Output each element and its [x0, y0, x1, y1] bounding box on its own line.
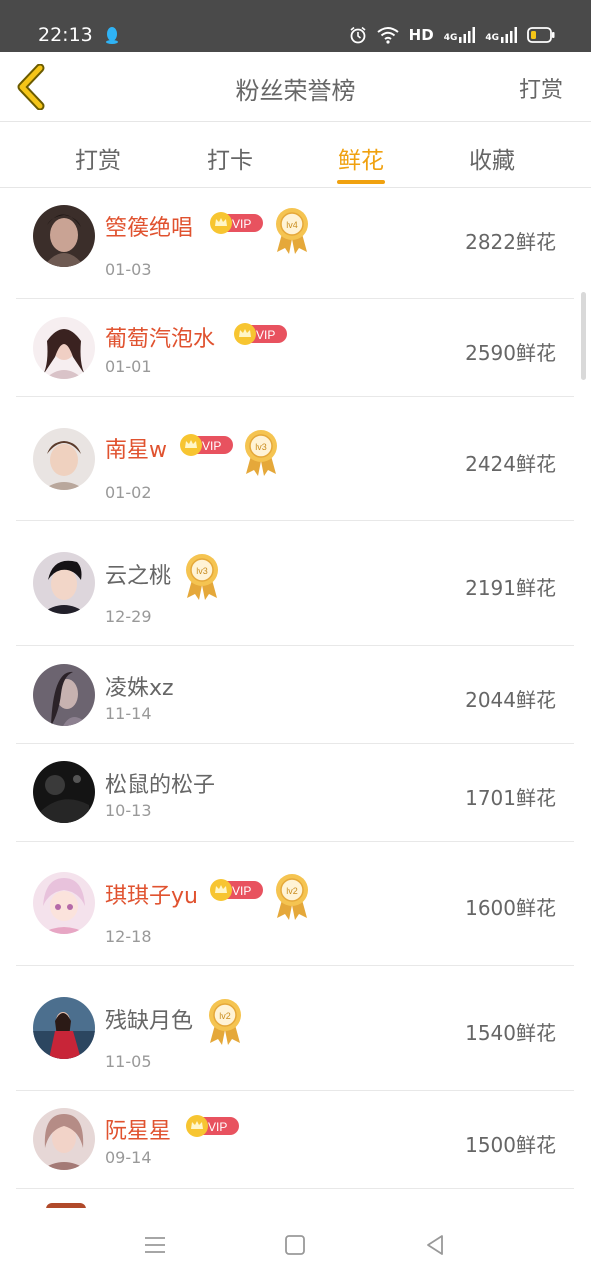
page-title: 粉丝荣誉榜 — [235, 77, 356, 105]
signal-icon: 4G — [444, 27, 476, 43]
level-medal-icon: lv2 — [209, 999, 241, 1045]
user-name: 葡萄汽泡水 — [105, 327, 216, 352]
user-name: 南星w — [105, 438, 167, 463]
flower-count: 2822鲜花 — [465, 230, 556, 254]
vip-badge-text: VIP — [232, 217, 251, 231]
level-medal-icon: lv3 — [186, 554, 218, 600]
avatar — [33, 761, 95, 823]
level-text: lv4 — [286, 220, 298, 230]
wifi-icon — [377, 27, 399, 44]
tab-active-indicator — [337, 180, 385, 184]
list-item[interactable]: 琪琪子yu 12-18 VIP lv2 1600鲜花 — [16, 842, 574, 966]
hd-label: HD — [408, 26, 434, 44]
tab-reward[interactable]: 打赏 — [58, 141, 138, 175]
flower-count: 1500鲜花 — [465, 1133, 556, 1157]
back-triangle-icon[interactable] — [422, 1232, 448, 1258]
vip-badge: VIP — [210, 212, 263, 234]
user-name: 凌姝xz — [105, 676, 174, 701]
level-text: lv2 — [286, 886, 298, 896]
tab-flowers[interactable]: 鲜花 — [321, 141, 401, 175]
flower-count: 2424鲜花 — [465, 452, 556, 476]
reward-button[interactable]: 打赏 — [519, 72, 563, 104]
user-name: 云之桃 — [105, 564, 172, 589]
entry-date: 12-18 — [105, 927, 152, 946]
flower-count: 2191鲜花 — [465, 576, 556, 600]
flower-count: 1540鲜花 — [465, 1021, 556, 1045]
avatar — [33, 317, 95, 379]
system-nav-bar — [0, 1208, 591, 1280]
level-medal-icon: lv2 — [276, 874, 308, 920]
signal-icon-2: 4G — [485, 27, 517, 43]
list-item[interactable]: 葡萄汽泡水 01-01 VIP 2590鲜花 — [16, 299, 574, 397]
menu-icon[interactable] — [142, 1232, 168, 1258]
vip-badge: VIP — [186, 1115, 239, 1137]
list-item[interactable]: 凌姝xz 11-14 2044鲜花 — [16, 646, 574, 744]
avatar — [33, 872, 95, 934]
tab-favorites[interactable]: 收藏 — [452, 141, 532, 175]
alarm-icon — [350, 26, 366, 44]
status-bar: 22:13 HD 4G 4G — [0, 0, 591, 52]
user-name: 松鼠的松子 — [105, 773, 216, 798]
entry-date: 12-29 — [105, 607, 152, 626]
entry-date: 01-03 — [105, 260, 152, 279]
list-item[interactable]: 阮星星 09-14 VIP 1500鲜花 — [16, 1091, 574, 1189]
vip-badge: VIP — [210, 879, 263, 901]
network-label: 4G — [443, 33, 458, 43]
status-icons: HD 4G 4G — [349, 26, 555, 44]
qq-icon — [106, 27, 118, 44]
flower-count: 2590鲜花 — [465, 341, 556, 365]
avatar — [33, 205, 95, 267]
vip-badge-text: VIP — [208, 1120, 227, 1134]
status-time: 22:13 — [38, 24, 93, 46]
entry-date: 01-02 — [105, 483, 152, 502]
level-text: lv3 — [255, 442, 267, 452]
flower-count: 2044鲜花 — [465, 688, 556, 712]
list-item[interactable]: 松鼠的松子 10-13 1701鲜花 — [16, 744, 574, 842]
avatar — [33, 428, 95, 490]
user-name: 箜篌绝唱 — [105, 216, 194, 241]
entry-date: 11-05 — [105, 1052, 152, 1071]
network-label-2: 4G — [485, 33, 499, 43]
entry-date: 10-13 — [105, 801, 152, 820]
list-item[interactable]: 南星w 01-02 VIP lv3 2424鲜花 — [16, 397, 574, 521]
entry-date: 01-01 — [105, 357, 152, 376]
battery-icon — [527, 27, 555, 43]
avatar — [33, 552, 95, 614]
avatar — [33, 664, 95, 726]
user-name: 阮星星 — [105, 1119, 172, 1144]
avatar — [33, 997, 95, 1059]
vip-badge-text: VIP — [232, 884, 251, 898]
vip-badge: VIP — [180, 434, 233, 456]
level-text: lv3 — [196, 566, 208, 576]
user-name: 琪琪子yu — [105, 884, 198, 909]
flower-count: 1600鲜花 — [465, 896, 556, 920]
scrollbar[interactable] — [581, 292, 586, 380]
vip-badge: VIP — [234, 323, 287, 345]
title-bar: 粉丝荣誉榜 打赏 — [0, 52, 591, 122]
tab-checkin[interactable]: 打卡 — [190, 141, 270, 175]
list-item[interactable]: 残缺月色 11-05 lv2 1540鲜花 — [16, 966, 574, 1091]
user-name: 残缺月色 — [105, 1009, 194, 1034]
entry-date: 11-14 — [105, 704, 152, 723]
home-icon[interactable] — [282, 1232, 308, 1258]
list-item[interactable]: 云之桃 12-29 lv3 2191鲜花 — [16, 521, 574, 646]
vip-badge-text: VIP — [202, 439, 221, 453]
list-item[interactable]: 箜篌绝唱 01-03 VIP lv4 2822鲜花 — [16, 188, 574, 299]
entry-date: 09-14 — [105, 1148, 152, 1167]
level-medal-icon: lv3 — [245, 430, 277, 476]
level-text: lv2 — [219, 1011, 231, 1021]
flower-count: 1701鲜花 — [465, 786, 556, 810]
tab-bar: 打赏 打卡 鲜花 收藏 — [0, 122, 591, 188]
vip-badge-text: VIP — [256, 328, 275, 342]
level-medal-icon: lv4 — [276, 208, 308, 254]
avatar — [33, 1108, 95, 1170]
